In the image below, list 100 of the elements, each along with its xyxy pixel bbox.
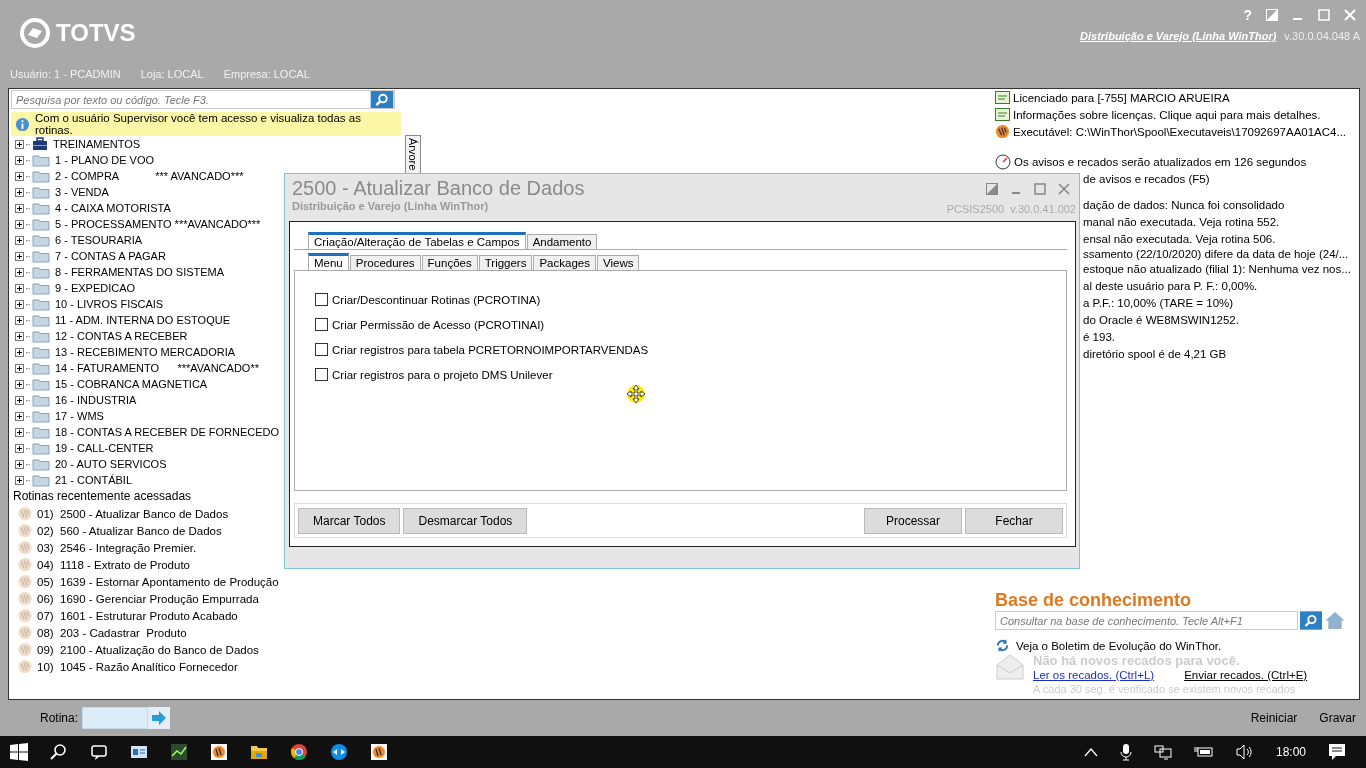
maximize-icon[interactable]	[1034, 183, 1046, 195]
expand-icon[interactable]	[15, 203, 24, 213]
tree-item[interactable]: 7 - CONTAS A PAGAR	[55, 250, 166, 262]
recent-routine[interactable]: 07) 1601 - Estruturar Produto Acabado	[37, 609, 238, 622]
restore-icon[interactable]	[986, 183, 998, 195]
status-text[interactable]: Licenciado para [-755] MARCIO ARUEIRA	[1013, 91, 1230, 104]
expand-icon[interactable]	[15, 475, 24, 485]
tree-item[interactable]: 16 - INDUSTRIA	[55, 394, 137, 406]
tree-item[interactable]: 6 - TESOURARIA	[55, 234, 143, 246]
expand-icon[interactable]	[15, 267, 24, 277]
footer-button[interactable]: Reiniciar	[1250, 711, 1298, 725]
browser-icon[interactable]	[290, 743, 308, 761]
tree-item[interactable]: TREINAMENTOS	[53, 138, 141, 150]
chart-app-icon[interactable]	[170, 743, 188, 761]
expand-icon[interactable]	[15, 459, 24, 469]
recent-routine[interactable]: 01) 2500 - Atualizar Banco de Dados	[37, 507, 229, 520]
expand-icon[interactable]	[15, 299, 24, 309]
checkbox-label[interactable]: Criar registros para tabela PCRETORNOIMPORTARVENDAS	[332, 343, 649, 356]
tab[interactable]: Triggers	[478, 255, 533, 270]
clock-time[interactable]: 18:00	[1275, 745, 1306, 759]
recent-routine[interactable]: 09) 2100 - Atualização do Banco de Dados	[37, 643, 259, 656]
bulletin-link[interactable]: Veja o Boletim de Evolução do WinThor.	[1016, 639, 1222, 652]
expand-icon[interactable]	[15, 395, 24, 405]
tab[interactable]: Views	[596, 255, 640, 270]
windows-logo-icon[interactable]	[10, 743, 28, 761]
window-app-icon[interactable]	[130, 743, 148, 761]
recent-routine[interactable]: 06) 1690 - Gerenciar Produção Empurrada	[37, 592, 259, 605]
expand-icon[interactable]	[15, 443, 24, 453]
tree-item[interactable]: 19 - CALL-CENTER	[55, 442, 154, 454]
expand-icon[interactable]	[15, 411, 24, 421]
send-messages-link[interactable]: Enviar recados. (Ctrl+E)	[1184, 669, 1308, 681]
expand-icon[interactable]	[15, 171, 24, 181]
tab[interactable]: Andamento	[526, 234, 598, 249]
dialog-button[interactable]: Processar	[864, 507, 962, 534]
recent-routine[interactable]: 05) 1639 - Estornar Apontamento de Produção	[37, 575, 279, 588]
checkbox[interactable]	[315, 343, 328, 356]
read-messages-link[interactable]: Ler os recados. (Ctrl+L)	[1033, 669, 1155, 681]
expand-icon[interactable]	[15, 155, 24, 165]
remote-app-icon[interactable]	[330, 743, 348, 761]
tree-item[interactable]: 15 - COBRANCA MAGNETICA	[55, 378, 208, 390]
checkbox-label[interactable]: Criar Permissão de Acesso (PCROTINAI)	[332, 318, 545, 331]
footer-button[interactable]: Gravar	[1319, 711, 1356, 725]
tab[interactable]: Menu	[308, 253, 349, 270]
refresh-link[interactable]: de avisos e recados (F5)	[1083, 172, 1210, 185]
folder-icon[interactable]	[250, 743, 268, 761]
expand-icon[interactable]	[15, 139, 24, 149]
tree-item[interactable]: 9 - EXPEDICAO	[55, 282, 136, 294]
tree-item[interactable]: 4 - CAIXA MOTORISTA	[55, 202, 171, 214]
tab[interactable]: Funções	[421, 255, 478, 270]
checkbox[interactable]	[315, 368, 328, 381]
expand-icon[interactable]	[15, 315, 24, 325]
expand-icon[interactable]	[15, 347, 24, 357]
tab[interactable]: Packages	[533, 255, 596, 270]
tree-item[interactable]: 12 - CONTAS A RECEBER	[55, 330, 188, 342]
tree-item[interactable]: 8 - FERRAMENTAS DO SISTEMA	[55, 266, 225, 278]
expand-icon[interactable]	[15, 251, 24, 261]
recent-routine[interactable]: 03) 2546 - Integração Premier.	[37, 541, 197, 554]
checkbox[interactable]	[315, 318, 328, 331]
dialog-button[interactable]: Marcar Todos	[298, 507, 401, 534]
expand-icon[interactable]	[15, 427, 24, 437]
search-icon[interactable]	[50, 743, 68, 761]
chat-icon[interactable]	[90, 743, 108, 761]
tree-item[interactable]: 13 - RECEBIMENTO MERCADORIA	[55, 346, 236, 358]
tree-item[interactable]: 21 - CONTÁBIL	[55, 474, 133, 486]
tree-item[interactable]: 18 - CONTAS A RECEBER DE FORNECEDO	[55, 426, 280, 438]
recent-routine[interactable]: 10) 1045 - Razão Analítico Fornecedor	[37, 660, 238, 673]
close-icon[interactable]	[1058, 183, 1070, 195]
tab[interactable]: Criação/Alteração de Tabelas e Campos	[308, 232, 526, 249]
expand-icon[interactable]	[15, 187, 24, 197]
tree-item[interactable]: 17 - WMS	[55, 410, 104, 422]
routine-field[interactable]	[82, 707, 149, 729]
tree-item[interactable]: 1 - PLANO DE VOO	[55, 154, 155, 166]
checkbox-label[interactable]: Criar registros para o projeto DMS Unilever	[332, 368, 553, 381]
app-icon[interactable]	[210, 743, 228, 761]
microphone-icon[interactable]	[1119, 743, 1132, 761]
battery-icon[interactable]	[1193, 745, 1214, 759]
chevron-up-icon[interactable]	[1083, 747, 1098, 757]
arrow-right-icon[interactable]	[148, 707, 171, 729]
expand-icon[interactable]	[15, 363, 24, 373]
expand-icon[interactable]	[15, 219, 24, 229]
tree-item[interactable]: 2 - COMPRA *** AVANCADO***	[55, 170, 244, 182]
search-field[interactable]: Pesquisa por texto ou código. Tecle F3.	[11, 90, 395, 109]
expand-icon[interactable]	[15, 283, 24, 293]
knowledge-search-field[interactable]: Consultar na base de conhecimento. Tecle Alt+F1	[995, 611, 1298, 630]
notification-icon[interactable]	[1328, 743, 1346, 761]
expand-icon[interactable]	[15, 379, 24, 389]
dialog-button[interactable]: Fechar	[965, 507, 1063, 534]
checkbox[interactable]	[315, 293, 328, 306]
dialog-button[interactable]: Desmarcar Todos	[403, 507, 528, 534]
tree-item[interactable]: 3 - VENDA	[55, 186, 109, 198]
expand-icon[interactable]	[15, 235, 24, 245]
volume-icon[interactable]	[1235, 744, 1254, 760]
tree-item[interactable]: 20 - AUTO SERVICOS	[55, 458, 167, 470]
app-icon[interactable]	[370, 743, 388, 761]
recent-routine[interactable]: 04) 1118 - Extrato de Produto	[37, 558, 190, 571]
expand-icon[interactable]	[15, 331, 24, 341]
recent-routine[interactable]: 08) 203 - Cadastrar Produto	[37, 626, 187, 639]
recent-routine[interactable]: 02) 560 - Atualizar Banco de Dados	[37, 524, 222, 537]
status-text[interactable]: Informações sobre licenças. Clique aqui para mais detalhes.	[1013, 108, 1321, 121]
checkbox-label[interactable]: Criar/Descontinuar Rotinas (PCROTINA)	[332, 293, 541, 306]
